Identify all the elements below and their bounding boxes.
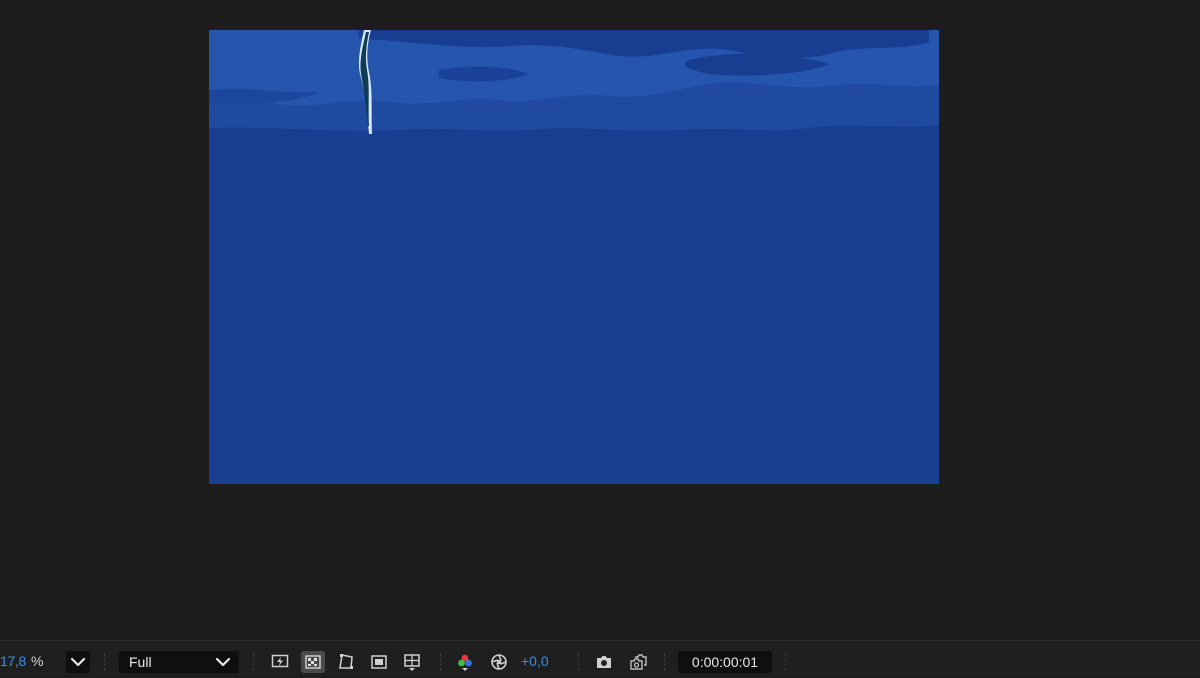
resolution-label: Full xyxy=(129,654,152,670)
toolbar-separator xyxy=(253,653,255,671)
fast-preview-icon xyxy=(271,654,289,668)
composition-viewer xyxy=(0,0,1200,640)
camera-icon xyxy=(597,656,611,668)
grid-guides-icon xyxy=(404,654,420,671)
chevron-down-icon xyxy=(215,657,231,667)
toolbar-separator xyxy=(578,653,580,671)
grid-guides-button[interactable] xyxy=(400,651,424,673)
region-of-interest-button[interactable] xyxy=(367,651,391,673)
show-snapshot-icon xyxy=(630,654,647,670)
current-time-display[interactable]: 0:00:00:01 xyxy=(678,651,772,673)
fast-preview-button[interactable] xyxy=(268,651,292,673)
color-management-button[interactable] xyxy=(487,651,511,673)
toolbar-separator xyxy=(440,653,442,671)
transparency-grid-button[interactable] xyxy=(301,651,325,673)
viewer-toolbar: 17,8 % Full +0,0 0:00:00:01 xyxy=(0,640,1200,675)
exposure-value[interactable]: +0,0 xyxy=(521,653,549,675)
magnification-dropdown[interactable] xyxy=(66,651,90,673)
timecode-label: 0:00:00:01 xyxy=(691,654,759,670)
chevron-down-icon xyxy=(70,657,86,667)
rgb-channel-icon xyxy=(458,654,472,671)
toolbar-separator xyxy=(104,653,106,671)
resolution-select[interactable]: Full xyxy=(119,651,239,673)
mask-visibility-button[interactable] xyxy=(334,651,358,673)
magnification-unit: % xyxy=(31,653,44,669)
show-channel-button[interactable] xyxy=(453,651,477,673)
composition-artwork xyxy=(209,30,939,484)
composition-frame[interactable] xyxy=(209,30,939,484)
toolbar-separator xyxy=(664,653,666,671)
color-management-icon xyxy=(491,654,507,670)
toolbar-separator xyxy=(785,653,787,671)
region-of-interest-icon xyxy=(371,655,387,669)
magnification-value[interactable]: 17,8 xyxy=(0,653,26,675)
show-snapshot-button[interactable] xyxy=(625,651,649,673)
take-snapshot-button[interactable] xyxy=(592,651,616,673)
transparency-grid-icon xyxy=(305,655,321,669)
mask-path-icon xyxy=(339,654,353,669)
